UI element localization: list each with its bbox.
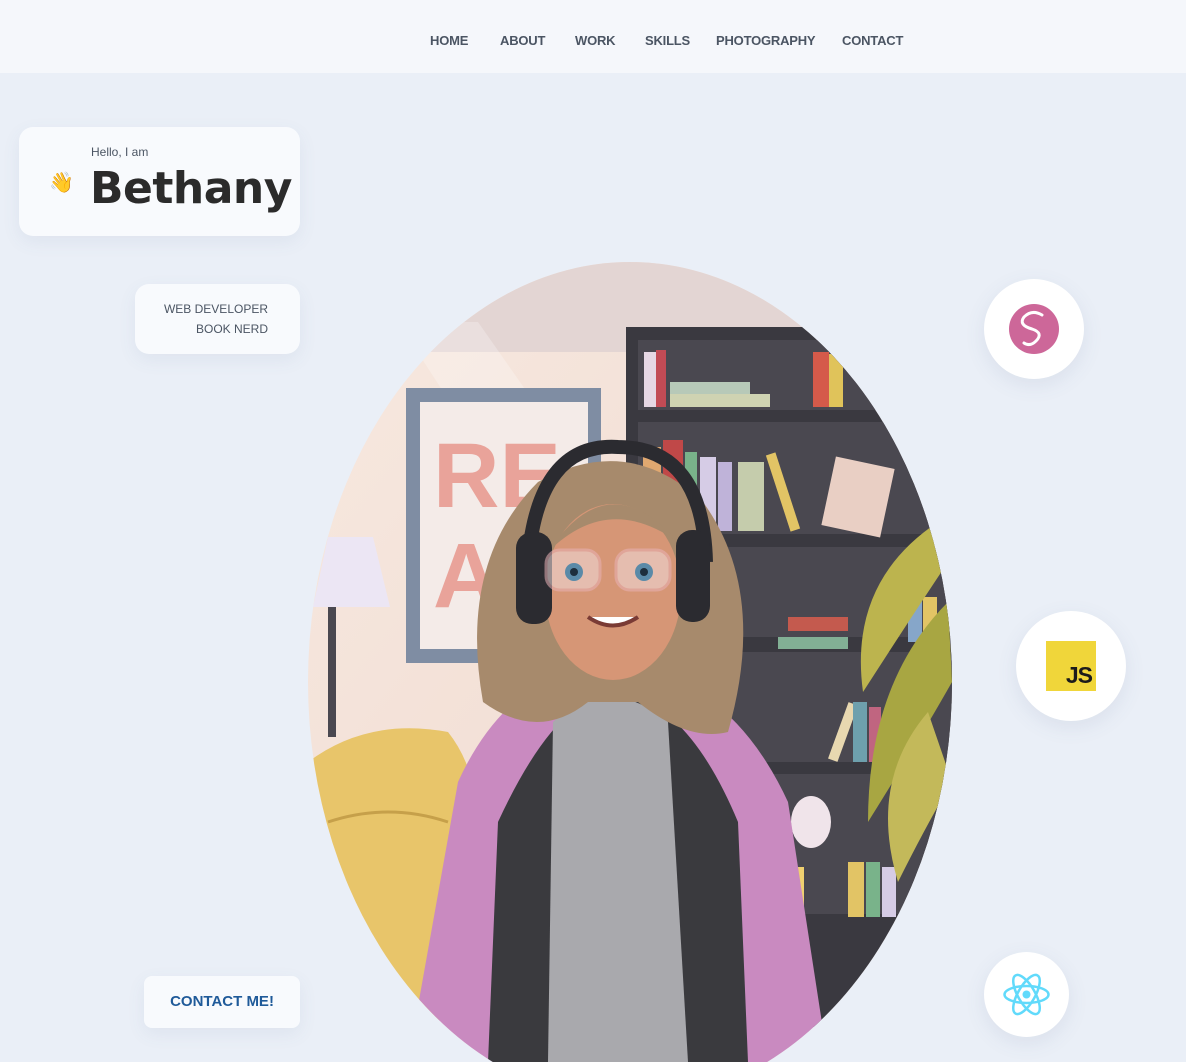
- contact-me-button[interactable]: CONTACT ME!: [144, 976, 300, 1028]
- javascript-logo-label: JS: [1065, 662, 1093, 688]
- name-heading: Bethany: [90, 163, 292, 214]
- header: HOME ABOUT WORK SKILLS PHOTOGRAPHY CONTA…: [0, 0, 1186, 73]
- sass-logo-icon: [1009, 304, 1059, 354]
- nav-about-link[interactable]: ABOUT: [500, 33, 545, 48]
- role-web-developer: WEB DEVELOPER: [163, 302, 268, 316]
- role-book-nerd: BOOK NERD: [195, 322, 268, 336]
- react-skill-badge: [984, 952, 1069, 1037]
- portrait-illustration: RE A: [308, 262, 952, 1062]
- main-nav: HOME ABOUT WORK SKILLS PHOTOGRAPHY CONTA…: [0, 33, 1186, 53]
- nav-home-link[interactable]: HOME: [430, 33, 468, 48]
- waving-hand-icon: 👋: [49, 170, 74, 194]
- nav-contact-link[interactable]: CONTACT: [842, 33, 903, 48]
- nav-work-link[interactable]: WORK: [575, 33, 616, 48]
- react-logo-icon: [1003, 973, 1050, 1016]
- javascript-skill-badge: JS: [1016, 611, 1126, 721]
- greeting-text: Hello, I am: [91, 145, 149, 159]
- contact-me-label: CONTACT ME!: [170, 993, 274, 1010]
- nav-photography-link[interactable]: PHOTOGRAPHY: [716, 33, 816, 48]
- javascript-logo-icon: JS: [1046, 641, 1096, 691]
- intro-card: 👋 Hello, I am Bethany: [19, 127, 300, 236]
- sass-skill-badge: [984, 279, 1084, 379]
- nav-skills-link[interactable]: SKILLS: [645, 33, 690, 48]
- roles-card: WEB DEVELOPER BOOK NERD: [135, 284, 300, 354]
